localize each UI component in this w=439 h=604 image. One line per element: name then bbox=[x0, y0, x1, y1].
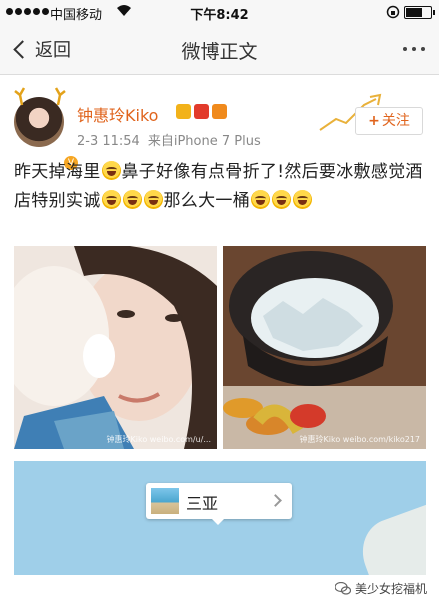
laughing-emoji-icon bbox=[101, 161, 121, 180]
laughing-emoji-icon bbox=[143, 190, 163, 209]
location-pill[interactable]: 三亚 bbox=[146, 483, 292, 525]
member-badge-icon bbox=[176, 104, 191, 119]
wechat-icon bbox=[334, 582, 351, 595]
photo-watermark: 钟惠玲Kiko weibo.com/kiko217 bbox=[299, 435, 420, 444]
location-name: 三亚 bbox=[186, 494, 219, 513]
nav-bar: 返回 微博正文 bbox=[0, 24, 439, 75]
follow-button[interactable]: + 关注 bbox=[355, 107, 423, 135]
laughing-emoji-icon bbox=[122, 190, 142, 209]
post-meta: 2-3 11:54 来自iPhone 7 Plus bbox=[77, 130, 261, 149]
post-text-segment: 那么大一桶 bbox=[163, 191, 250, 211]
battery-icon bbox=[404, 6, 435, 19]
map-shoreline bbox=[353, 504, 426, 575]
wechat-watermark: 美少女挖福机 bbox=[334, 580, 427, 597]
user-badges bbox=[176, 104, 227, 119]
status-bar: 中国移动 下午8:42 bbox=[0, 0, 439, 24]
photo-watermark: 钟惠玲Kiko weibo.com/u/... bbox=[106, 435, 212, 444]
laughing-emoji-icon bbox=[251, 190, 270, 209]
selfie-illustration bbox=[14, 246, 217, 449]
page-title: 微博正文 bbox=[181, 41, 258, 63]
post-date: 2-3 11:54 bbox=[77, 134, 140, 149]
location-map-card[interactable]: 三亚 bbox=[14, 461, 426, 575]
red-envelope-badge-icon bbox=[194, 104, 209, 119]
watermark-text: 美少女挖福机 bbox=[354, 582, 427, 596]
fortune-badge-icon bbox=[212, 104, 227, 119]
post-text: 昨天掉海里 鼻子好像有点骨折了!然后要冰敷感觉酒店特别实诚 那么大一桶 bbox=[14, 158, 426, 216]
post-text-segment: 昨天掉海里 bbox=[14, 162, 101, 182]
rotation-lock-icon bbox=[386, 5, 400, 19]
avatar[interactable]: V bbox=[14, 87, 79, 171]
ice-bucket-illustration bbox=[223, 246, 426, 449]
more-options-button[interactable] bbox=[403, 47, 425, 51]
laughing-emoji-icon bbox=[293, 190, 312, 209]
username[interactable]: 钟惠玲Kiko bbox=[77, 102, 158, 126]
post-photo-selfie[interactable]: 钟惠玲Kiko weibo.com/u/... bbox=[14, 246, 217, 449]
plus-icon: + bbox=[368, 113, 380, 129]
laughing-emoji-icon bbox=[101, 190, 121, 209]
follow-label: 关注 bbox=[381, 113, 410, 129]
laughing-emoji-icon bbox=[272, 190, 291, 209]
post-photo-ice-bucket[interactable]: 钟惠玲Kiko weibo.com/kiko217 bbox=[223, 246, 426, 449]
post-header: V 钟惠玲Kiko 2-3 11:54 来自iPhone 7 Plus + 关注 bbox=[0, 75, 439, 171]
post-source: 来自iPhone 7 Plus bbox=[147, 134, 261, 149]
clock: 下午8:42 bbox=[190, 8, 249, 23]
chevron-right-icon bbox=[269, 494, 282, 507]
antlers-decoration-icon bbox=[14, 87, 66, 106]
location-thumbnail bbox=[151, 488, 179, 514]
